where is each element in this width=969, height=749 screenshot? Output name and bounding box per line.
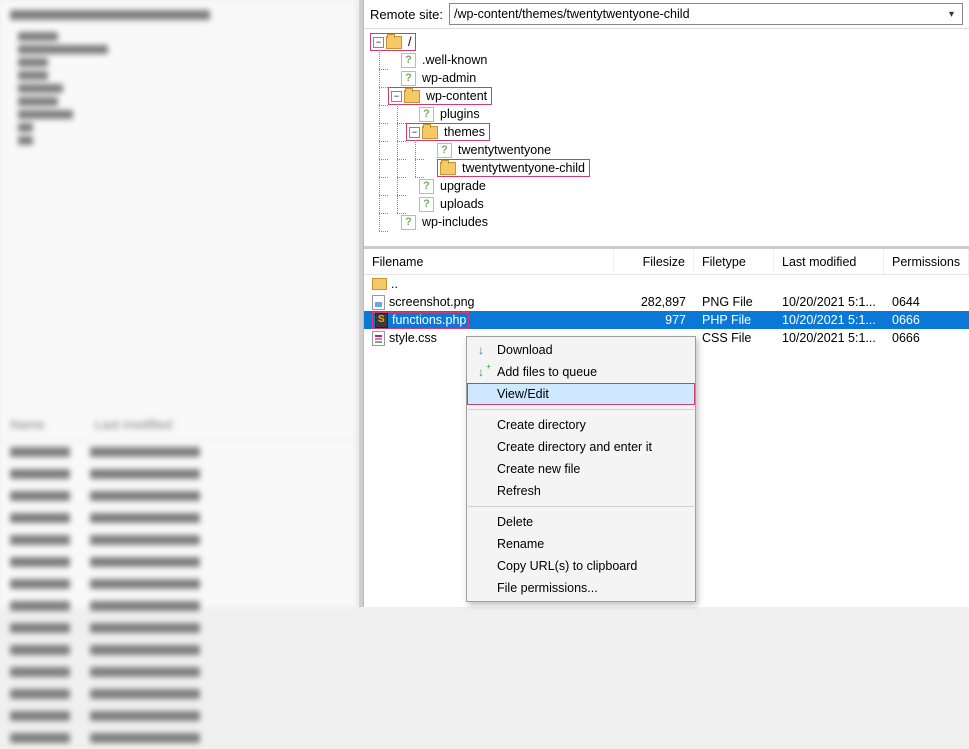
folder-icon	[386, 36, 402, 49]
remote-path-input[interactable]: /wp-content/themes/twentytwentyone-child…	[449, 3, 963, 25]
menu-create-directory-enter[interactable]: Create directory and enter it	[467, 436, 695, 458]
image-file-icon	[372, 295, 385, 310]
remote-site-label: Remote site:	[370, 7, 443, 22]
tree-root[interactable]: /	[406, 35, 413, 49]
file-context-menu[interactable]: Download Add files to queue View/Edit Cr…	[466, 336, 696, 602]
menu-copy-url[interactable]: Copy URL(s) to clipboard	[467, 555, 695, 577]
col-permissions[interactable]: Permissions	[884, 249, 969, 274]
menu-delete[interactable]: Delete	[467, 511, 695, 533]
tree-toggle-wpcontent[interactable]: −	[391, 91, 402, 102]
chevron-down-icon[interactable]: ▾	[945, 9, 958, 20]
col-filesize[interactable]: Filesize	[614, 249, 694, 274]
col-filetype[interactable]: Filetype	[694, 249, 774, 274]
menu-separator	[468, 409, 694, 410]
file-list-header: Filename Filesize Filetype Last modified…	[364, 249, 969, 275]
col-filename[interactable]: Filename	[364, 249, 614, 274]
menu-view-edit[interactable]: View/Edit	[467, 383, 695, 405]
tree-item-wpadmin[interactable]: ? wp-admin	[370, 69, 963, 87]
tree-item-themes[interactable]: themes	[442, 125, 487, 139]
menu-download[interactable]: Download	[467, 339, 695, 361]
local-panel-blurred: NameLast modified	[0, 0, 359, 607]
tree-item-twentytwentyone[interactable]: ? twentytwentyone	[370, 141, 963, 159]
css-file-icon	[372, 331, 385, 346]
file-row-screenshot[interactable]: screenshot.png 282,897 PNG File 10/20/20…	[364, 293, 969, 311]
folder-unknown-icon: ?	[401, 71, 416, 86]
remote-directory-tree[interactable]: − / ? .well-known ? wp-admin −	[364, 29, 969, 249]
menu-create-new-file[interactable]: Create new file	[467, 458, 695, 480]
menu-refresh[interactable]: Refresh	[467, 480, 695, 502]
tree-item-wpcontent[interactable]: wp-content	[424, 89, 489, 103]
folder-unknown-icon: ?	[437, 143, 452, 158]
folder-icon	[372, 278, 387, 290]
menu-file-permissions[interactable]: File permissions...	[467, 577, 695, 599]
tree-item-twentytwentyone-child[interactable]: twentytwentyone-child	[460, 161, 587, 175]
folder-icon	[404, 90, 420, 103]
tree-item-plugins[interactable]: ? plugins	[370, 105, 963, 123]
menu-rename[interactable]: Rename	[467, 533, 695, 555]
remote-path-value: /wp-content/themes/twentytwentyone-child	[454, 7, 690, 21]
tree-item-wpincludes[interactable]: ? wp-includes	[370, 213, 963, 231]
remote-site-bar: Remote site: /wp-content/themes/twentytw…	[364, 0, 969, 29]
col-lastmodified[interactable]: Last modified	[774, 249, 884, 274]
menu-create-directory[interactable]: Create directory	[467, 414, 695, 436]
folder-icon	[440, 162, 456, 175]
folder-unknown-icon: ?	[419, 179, 434, 194]
folder-icon	[422, 126, 438, 139]
tree-toggle-root[interactable]: −	[373, 37, 384, 48]
folder-unknown-icon: ?	[401, 215, 416, 230]
menu-separator	[468, 506, 694, 507]
folder-unknown-icon: ?	[419, 197, 434, 212]
folder-unknown-icon: ?	[401, 53, 416, 68]
tree-item-uploads[interactable]: ? uploads	[370, 195, 963, 213]
menu-add-to-queue[interactable]: Add files to queue	[467, 361, 695, 383]
tree-item-wellknown[interactable]: ? .well-known	[370, 51, 963, 69]
file-row-functions[interactable]: functions.php 977 PHP File 10/20/2021 5:…	[364, 311, 969, 329]
download-icon	[473, 342, 489, 358]
tree-item-upgrade[interactable]: ? upgrade	[370, 177, 963, 195]
folder-unknown-icon: ?	[419, 107, 434, 122]
tree-toggle-themes[interactable]: −	[409, 127, 420, 138]
php-file-icon	[375, 313, 388, 328]
add-queue-icon	[473, 364, 489, 380]
file-row-updir[interactable]: ..	[364, 275, 969, 293]
